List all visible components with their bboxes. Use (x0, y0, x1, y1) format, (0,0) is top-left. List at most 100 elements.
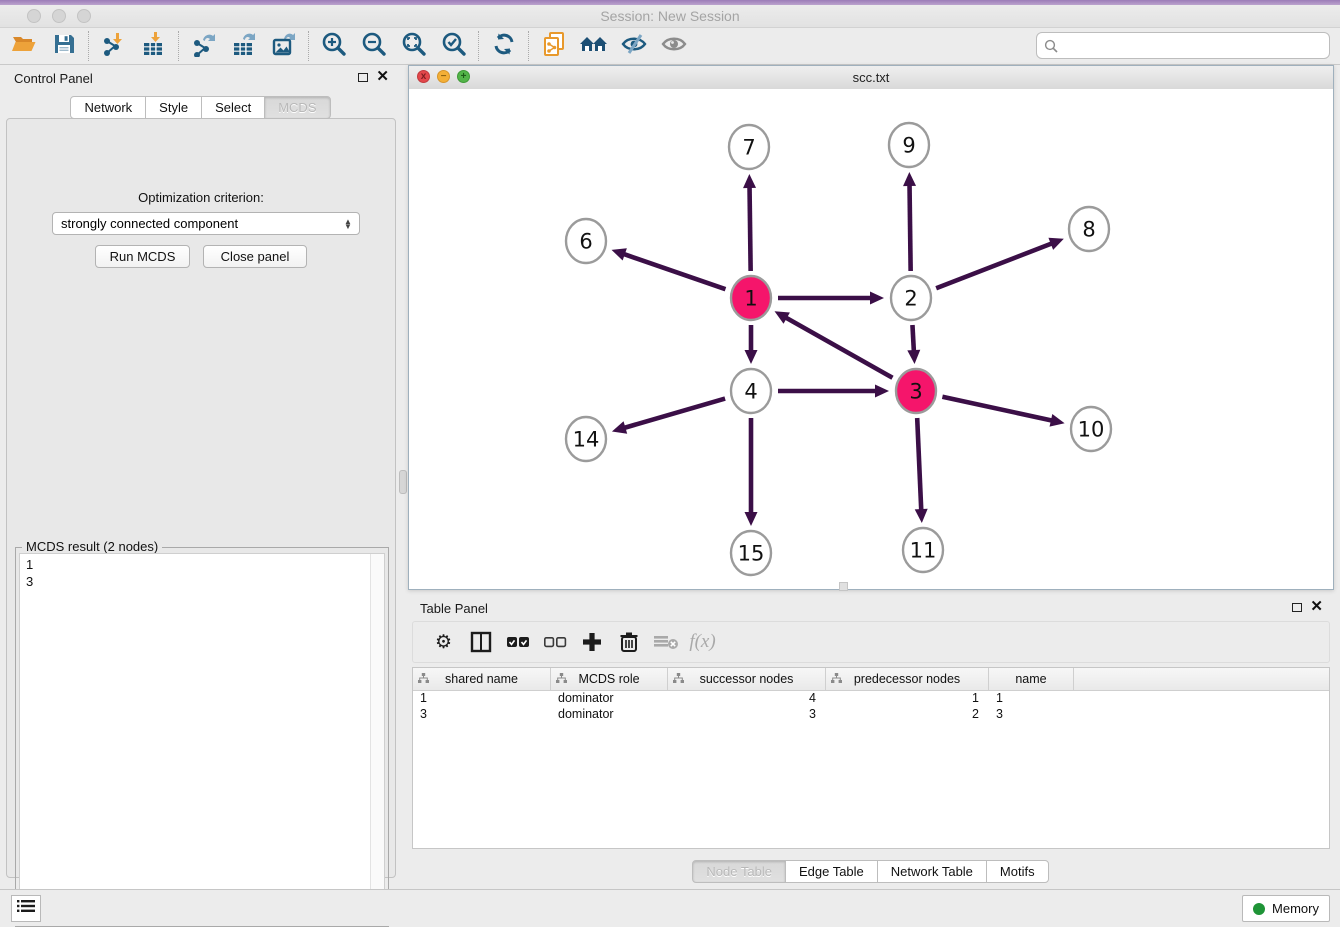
table-cell[interactable]: 1 (989, 691, 1074, 707)
list-icon (17, 899, 35, 918)
save-session-button[interactable] (44, 30, 84, 62)
deselect-all-columns-button[interactable] (536, 627, 573, 657)
refresh-button[interactable] (484, 30, 524, 62)
window-titlebar[interactable]: Session: New Session (0, 5, 1340, 28)
edge-arrowhead (915, 509, 928, 523)
result-scrollbar[interactable] (370, 554, 384, 922)
close-panel-button[interactable]: Close panel (203, 245, 307, 268)
graph-edge-3-1[interactable] (785, 317, 893, 378)
table-panel-header[interactable]: Table Panel ✕ (408, 595, 1334, 621)
column-header-name[interactable]: name (989, 668, 1074, 690)
table-settings-button[interactable]: ⚙ (425, 627, 462, 657)
add-row-button[interactable] (573, 627, 610, 657)
close-panel-icon[interactable]: ✕ (376, 68, 389, 86)
zoom-fit-button[interactable] (394, 30, 434, 62)
mcds-tab-content: Optimization criterion: strongly connect… (6, 118, 396, 878)
graph-edge-1-7[interactable] (750, 186, 751, 271)
graph-edge-2-8[interactable] (936, 243, 1052, 288)
close-table-panel-icon[interactable]: ✕ (1310, 598, 1323, 616)
control-panel-header[interactable]: Control Panel ✕ (0, 65, 402, 91)
tree-hierarchy-icon (418, 673, 429, 687)
table-row[interactable]: 1dominator411 (413, 691, 1329, 707)
graph-edge-2-3[interactable] (912, 325, 913, 352)
tab-node-table[interactable]: Node Table (692, 860, 786, 883)
mcds-result-groupbox: MCDS result (2 nodes) 13 (15, 547, 389, 927)
network-canvas[interactable]: 1234678910111415 (409, 89, 1333, 589)
export-image-button[interactable] (264, 30, 304, 62)
table-cell[interactable]: dominator (551, 691, 668, 707)
zoom-in-icon (321, 31, 347, 62)
tab-select[interactable]: Select (201, 96, 265, 119)
table-cell[interactable]: 1 (413, 691, 551, 707)
network-window-resize-grabber[interactable] (839, 582, 848, 591)
column-header-shared-name[interactable]: shared name (413, 668, 551, 690)
zoom-selected-button[interactable] (434, 30, 474, 62)
tab-mcds[interactable]: MCDS (264, 96, 330, 119)
tab-network-table[interactable]: Network Table (877, 860, 987, 883)
table-cell[interactable]: 3 (668, 707, 826, 723)
toggle-panel-button[interactable] (462, 627, 499, 657)
table-cell[interactable]: 4 (668, 691, 826, 707)
eye-icon (660, 32, 688, 61)
network-window-titlebar[interactable]: x − + scc.txt (409, 66, 1333, 90)
edge-arrowhead (907, 350, 920, 364)
column-header-successor-nodes[interactable]: successor nodes (668, 668, 826, 690)
tree-hierarchy-icon (831, 673, 842, 687)
panel-divider-grabber[interactable] (399, 470, 407, 494)
tab-style[interactable]: Style (145, 96, 202, 119)
run-mcds-button[interactable]: Run MCDS (95, 245, 190, 268)
table-cell[interactable]: 3 (413, 707, 551, 723)
show-all-button[interactable] (654, 30, 694, 62)
edge-arrowhead (1050, 414, 1065, 427)
select-all-columns-button[interactable] (499, 627, 536, 657)
edge-arrowhead (612, 248, 627, 260)
tab-edge-table[interactable]: Edge Table (785, 860, 878, 883)
import-table-button[interactable] (134, 30, 174, 62)
zoom-in-button[interactable] (314, 30, 354, 62)
function-builder-button[interactable]: f(x) (684, 627, 721, 657)
optimization-select[interactable]: strongly connected component ▲▼ (52, 212, 360, 235)
mcds-result-line: 3 (26, 573, 33, 590)
column-header-MCDS-role[interactable]: MCDS role (551, 668, 668, 690)
first-neighbors-button[interactable] (574, 30, 614, 62)
toolbar-separator (88, 31, 90, 61)
float-panel-icon[interactable] (358, 73, 368, 82)
graph-edge-2-9[interactable] (910, 184, 911, 271)
toolbar-separator (478, 31, 480, 61)
search-field[interactable] (1036, 32, 1330, 59)
table-cell[interactable]: 2 (826, 707, 989, 723)
graph-edge-1-6[interactable] (623, 254, 726, 289)
float-table-panel-icon[interactable] (1292, 603, 1302, 612)
table-tabs: Node TableEdge TableNetwork TableMotifs (408, 860, 1334, 883)
export-table-button[interactable] (224, 30, 264, 62)
task-history-button[interactable] (11, 895, 41, 922)
tab-motifs[interactable]: Motifs (986, 860, 1049, 883)
new-network-from-selection-button[interactable] (534, 30, 574, 62)
graph-edge-4-14[interactable] (623, 399, 725, 429)
import-network-button[interactable] (94, 30, 134, 62)
graph-edge-3-10[interactable] (942, 397, 1053, 421)
hide-selected-button[interactable] (614, 30, 654, 62)
graph-node-label: 3 (909, 380, 922, 404)
table-cell[interactable]: dominator (551, 707, 668, 723)
memory-button[interactable]: Memory (1242, 895, 1330, 922)
graph-edge-3-11[interactable] (917, 418, 921, 511)
column-header-label: shared name (445, 672, 518, 686)
delete-button[interactable] (610, 627, 647, 657)
export-network-button[interactable] (184, 30, 224, 62)
delete-table-button[interactable] (647, 627, 684, 657)
open-session-button[interactable] (4, 30, 44, 62)
tab-network[interactable]: Network (70, 96, 146, 119)
table-body: 1dominator4113dominator323 (413, 691, 1329, 723)
column-header-label: name (1015, 672, 1046, 686)
table-row[interactable]: 3dominator323 (413, 707, 1329, 723)
search-input[interactable] (1062, 32, 1329, 59)
table-cell[interactable]: 3 (989, 707, 1074, 723)
mcds-result-textarea[interactable]: 13 (19, 553, 385, 923)
table-cell[interactable]: 1 (826, 691, 989, 707)
zoom-selected-icon (441, 31, 467, 62)
zoom-out-button[interactable] (354, 30, 394, 62)
edge-arrowhead (870, 292, 884, 305)
open-folder-icon (11, 32, 38, 61)
column-header-predecessor-nodes[interactable]: predecessor nodes (826, 668, 989, 690)
